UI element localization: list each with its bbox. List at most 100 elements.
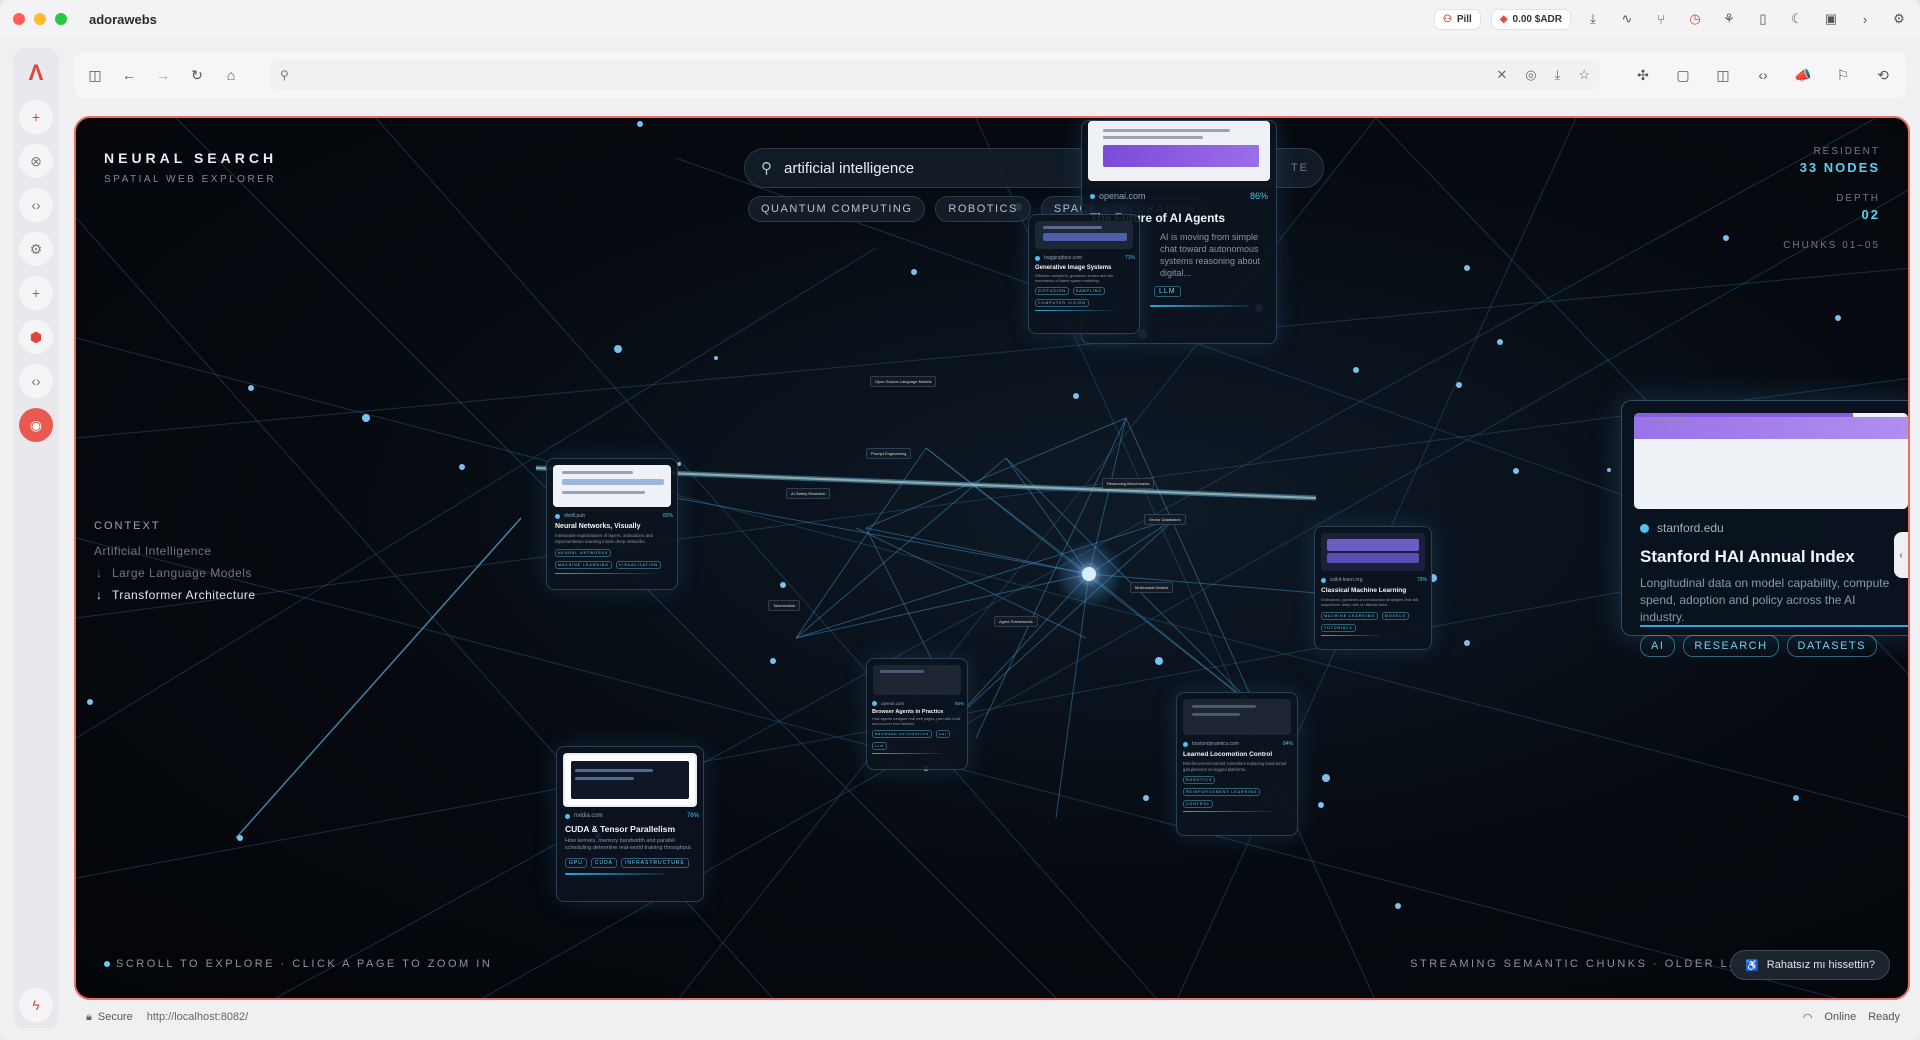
branch-icon[interactable]: ⑂: [1650, 8, 1672, 30]
card-tag[interactable]: VISUALIZATION: [616, 561, 662, 570]
resident-label: RESIDENT: [1813, 146, 1880, 157]
clock-icon[interactable]: ◷: [1684, 8, 1706, 30]
context-item[interactable]: ↓ Large Language Models: [94, 566, 256, 580]
page-card-neural-networks[interactable]: distill.pub 82% Neural Networks, Visually…: [546, 458, 678, 590]
status-dot: [1183, 741, 1188, 747]
card-tag[interactable]: TUTORIALS: [1321, 623, 1356, 632]
status-dot: [1321, 577, 1326, 583]
plus-icon[interactable]: +: [19, 100, 53, 134]
wallet-button[interactable]: ◈ 0.00 $ADR: [1491, 9, 1570, 29]
clear-icon[interactable]: ✕: [1496, 67, 1507, 83]
card-tag[interactable]: CUDA: [590, 857, 618, 868]
star-icon[interactable]: ☆: [1578, 67, 1590, 83]
globe-icon[interactable]: ◉: [19, 408, 53, 442]
add-icon[interactable]: +: [19, 276, 53, 310]
split-icon[interactable]: ◫: [1710, 62, 1736, 88]
reload-icon[interactable]: ↻: [184, 62, 210, 88]
node-label[interactable]: Prompt Engineering: [866, 448, 912, 459]
collapse-panel-button[interactable]: ‹: [1894, 532, 1908, 578]
node-label[interactable]: Reasoning Benchmarks: [1102, 478, 1155, 489]
page-card-cuda[interactable]: nvidia.com 76% CUDA & Tensor Parallelism …: [556, 746, 704, 902]
statusbar-right: ◠ Online Ready: [1803, 1011, 1900, 1024]
puzzle-icon[interactable]: ✣: [1630, 62, 1656, 88]
wifi-icon: ◠: [1802, 1011, 1813, 1024]
card-tag[interactable]: INFRASTRUCTURE: [621, 857, 689, 868]
status-url[interactable]: http://localhost:8082/: [147, 1011, 249, 1023]
search-query[interactable]: artificial intelligence: [784, 160, 914, 177]
card-tag[interactable]: DATASETS: [1786, 635, 1877, 658]
card-tag[interactable]: DIFFUSION: [1035, 286, 1069, 295]
card-tag[interactable]: MACHINE LEARNING: [555, 561, 613, 570]
node-label[interactable]: AI Safety Research: [786, 488, 831, 499]
back-icon[interactable]: ←: [116, 62, 142, 88]
card-tag[interactable]: MODELS: [1382, 611, 1409, 620]
card-tag[interactable]: LLM: [872, 742, 887, 751]
briefcase-icon[interactable]: ▣: [1820, 8, 1842, 30]
page-card-stanford[interactable]: stanford.edu stanford.edu Stanford HAI A…: [1621, 400, 1908, 658]
wallet-balance: 0.00 $ADR: [1512, 13, 1562, 25]
context-item-current[interactable]: ↓ Transformer Architecture: [94, 588, 256, 602]
page-card-classical-ml[interactable]: scikit-learn.org 79% Classical Machine Le…: [1314, 526, 1432, 650]
moon-icon[interactable]: ☾: [1786, 8, 1808, 30]
activity-icon[interactable]: ∿: [1616, 8, 1638, 30]
card-tag[interactable]: NEURAL NETWORKS: [555, 549, 612, 558]
card-tag[interactable]: COMPUTER VISION: [1035, 298, 1089, 307]
code-icon[interactable]: ‹›: [1750, 62, 1776, 88]
card-tag[interactable]: REINFORCEMENT LEARNING: [1183, 788, 1261, 797]
page-card-generative-image[interactable]: huggingface.com 71% Generative Image Syst…: [1028, 214, 1140, 334]
code-icon[interactable]: ‹›: [19, 364, 53, 398]
secure-label: Secure: [97, 1011, 133, 1023]
chip-quantum-computing[interactable]: QUANTUM COMPUTING: [748, 196, 926, 222]
gear-icon[interactable]: ⚙: [19, 232, 53, 266]
card-title: Neural Networks, Visually: [555, 523, 641, 530]
card-tag[interactable]: GPU: [565, 857, 587, 868]
code-icon[interactable]: ‹›: [19, 188, 53, 222]
pill-button[interactable]: ⚇ Pill: [1434, 9, 1480, 29]
cube-icon[interactable]: ⬢: [19, 320, 53, 354]
minimize-window-button[interactable]: [34, 13, 46, 25]
page-card-browser-agents[interactable]: openai.com 85% Browser Agents in Practice…: [866, 658, 968, 770]
forward-icon[interactable]: →: [150, 62, 176, 88]
card-tag[interactable]: BROWSER AUTOMATION: [872, 730, 932, 739]
feedback-button[interactable]: ♿ Rahatsız mı hissettin?: [1730, 950, 1890, 980]
context-item[interactable]: Artificial Intelligence: [94, 544, 256, 558]
sidebar-toggle-icon[interactable]: ◫: [82, 62, 108, 88]
card-tag[interactable]: LLM: [1154, 285, 1181, 297]
book-icon[interactable]: ▯: [1752, 8, 1774, 30]
chip-robotics[interactable]: ROBOTICS: [935, 196, 1031, 222]
node-label[interactable]: Agent Frameworks: [994, 616, 1038, 627]
bookmark-icon[interactable]: ⚐: [1830, 62, 1856, 88]
node-label[interactable]: Multimodal Models: [1130, 582, 1174, 593]
node-label[interactable]: Open Source Language Models: [870, 376, 937, 387]
close-window-button[interactable]: [13, 13, 25, 25]
card-tag[interactable]: SAMPLING: [1072, 286, 1105, 295]
home-icon[interactable]: ⌂: [218, 62, 244, 88]
card-tag[interactable]: RESEARCH: [1683, 635, 1779, 658]
download-icon[interactable]: ⤓: [1582, 8, 1604, 30]
card-relevance: 84%: [1282, 741, 1293, 747]
neural-search-viewport[interactable]: NEURAL SEARCH SPATIAL WEB EXPLORER ⚲ art…: [74, 116, 1910, 1000]
card-tag[interactable]: MACHINE LEARNING: [1321, 611, 1379, 620]
zoom-window-button[interactable]: [55, 13, 67, 25]
download-icon[interactable]: ⤓: [1555, 67, 1561, 83]
card-domain: distill.pub: [564, 513, 585, 519]
card-tag[interactable]: AI: [1640, 635, 1676, 658]
card-tag[interactable]: CONTROL: [1183, 800, 1214, 809]
chat-icon[interactable]: ▢: [1670, 62, 1696, 88]
card-description: Longitudinal data on model capability, c…: [1640, 576, 1890, 624]
page-card-locomotion[interactable]: bostondynamics.com 84% Learned Locomotion…: [1176, 692, 1298, 836]
shield-icon[interactable]: ◎: [1525, 67, 1536, 83]
node-label[interactable]: Tokenization: [768, 600, 801, 611]
node-label[interactable]: Vector Databases: [1144, 514, 1186, 525]
history-icon[interactable]: ⟲: [1870, 62, 1896, 88]
card-tag[interactable]: ROBOTICS: [1183, 776, 1216, 785]
address-bar[interactable]: ⚲ ✕ ◎ ⤓ ☆: [270, 60, 1600, 90]
bolt-icon[interactable]: ϟ: [19, 988, 53, 1022]
megaphone-icon[interactable]: 📣: [1790, 62, 1816, 88]
logo-icon[interactable]: Λ: [19, 56, 53, 90]
gear-icon[interactable]: ⚙: [1888, 8, 1910, 30]
card-tag[interactable]: AGI: [935, 730, 951, 739]
network-icon[interactable]: ⚘: [1718, 8, 1740, 30]
close-circle-icon[interactable]: ⊗: [19, 144, 53, 178]
chevron-right-icon[interactable]: ›: [1854, 8, 1876, 30]
